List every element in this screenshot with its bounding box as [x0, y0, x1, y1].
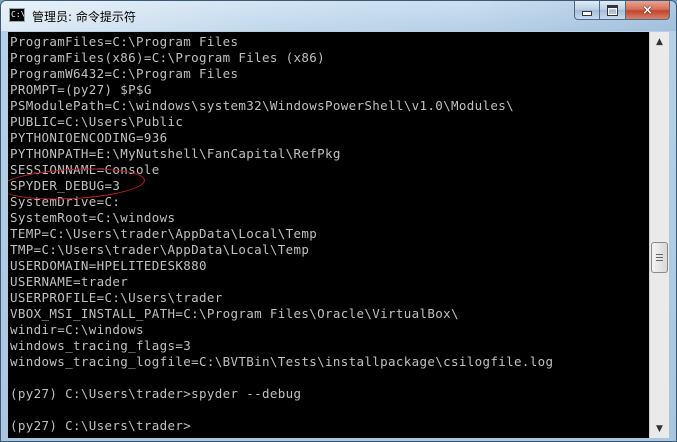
console-line: USERNAME=trader	[10, 274, 129, 289]
console-line: SystemRoot=C:\windows	[10, 210, 176, 225]
caption-buttons: ×	[574, 1, 670, 20]
maximize-button[interactable]	[600, 1, 626, 20]
console-line: PYTHONIOENCODING=936	[10, 130, 168, 145]
title-bar[interactable]: C:\ 管理员: 命令提示符 ×	[1, 1, 676, 31]
console-line: TEMP=C:\Users\trader\AppData\Local\Temp	[10, 226, 318, 241]
arrow-up-icon: ▲	[656, 36, 663, 47]
console-line: (py27) C:\Users\trader>spyder --debug	[10, 386, 302, 401]
console-line: USERDOMAIN=HPELITEDESK880	[10, 258, 207, 273]
console-line: (py27) C:\Users\trader>	[10, 418, 192, 433]
console-line: ProgramFiles(x86)=C:\Program Files (x86)	[10, 50, 326, 65]
minimize-icon	[582, 11, 592, 16]
console-line: VBOX_MSI_INSTALL_PATH=C:\Program Files\O…	[10, 306, 459, 321]
grip-icon	[656, 254, 663, 255]
console-line: windows_tracing_logfile=C:\BVTBin\Tests\…	[10, 354, 554, 369]
scroll-thumb[interactable]	[651, 242, 668, 273]
console-window: C:\ 管理员: 命令提示符 × ProgramFiles=C:\Program…	[0, 0, 677, 442]
console-line: USERPROFILE=C:\Users\trader	[10, 290, 223, 305]
arrow-down-icon: ▼	[656, 423, 663, 434]
console-line: ProgramFiles=C:\Program Files	[10, 34, 239, 49]
cmd-icon[interactable]: C:\	[9, 8, 25, 22]
console-line: SystemDrive=C:	[10, 194, 121, 209]
maximize-icon	[607, 4, 618, 16]
grip-icon	[656, 257, 663, 258]
console-line: ProgramW6432=C:\Program Files	[10, 66, 239, 81]
console-lines: ProgramFiles=C:\Program Files ProgramFile…	[10, 34, 553, 434]
console-line: SESSIONNAME=Console	[10, 162, 160, 177]
close-button[interactable]: ×	[626, 1, 670, 20]
minimize-button[interactable]	[574, 1, 600, 20]
close-icon: ×	[642, 2, 653, 18]
grip-icon	[656, 260, 663, 261]
console-line: windows_tracing_flags=3	[10, 338, 192, 353]
scroll-down-button[interactable]: ▼	[651, 420, 668, 437]
console-output[interactable]: ProgramFiles=C:\Program Files ProgramFile…	[8, 32, 649, 438]
console-line: windir=C:\windows	[10, 322, 144, 337]
console-line: PROMPT=(py27) $P$G	[10, 82, 152, 97]
console-line: SPYDER_DEBUG=3	[10, 178, 121, 193]
window-title: 管理员: 命令提示符	[32, 10, 136, 24]
scroll-up-button[interactable]: ▲	[651, 33, 668, 50]
console-line: TMP=C:\Users\trader\AppData\Local\Temp	[10, 242, 310, 257]
vertical-scrollbar[interactable]: ▲ ▼	[649, 32, 669, 438]
console-line: PSModulePath=C:\windows\system32\Windows…	[10, 98, 515, 113]
console-line: PYTHONPATH=E:\MyNutshell\FanCapital\RefP…	[10, 146, 341, 161]
console-line: PUBLIC=C:\Users\Public	[10, 114, 184, 129]
